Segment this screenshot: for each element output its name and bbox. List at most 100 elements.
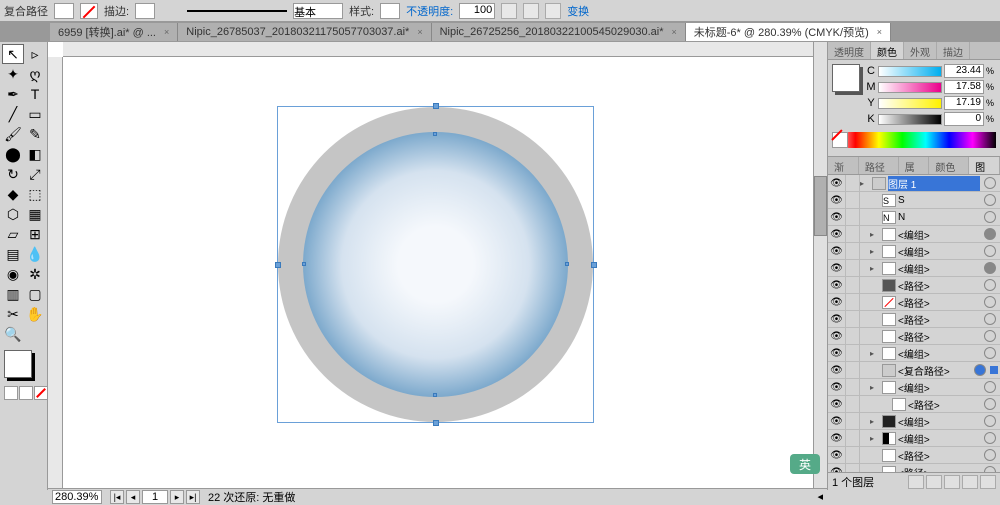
layer-row[interactable]: 👁 <路径> (828, 328, 1000, 345)
lock-toggle[interactable] (846, 192, 860, 208)
handle-left[interactable] (275, 262, 281, 268)
close-tab-icon[interactable]: × (417, 27, 422, 37)
lock-toggle[interactable] (846, 243, 860, 259)
handle-top[interactable] (433, 103, 439, 109)
gradient-tool[interactable]: ▤ (2, 244, 24, 264)
visibility-toggle[interactable]: 👁 (828, 379, 846, 395)
layer-name[interactable]: N (898, 212, 980, 223)
panel-tab[interactable]: 属性 (899, 157, 930, 174)
layer-row[interactable]: 👁 ▸ <编组> (828, 430, 1000, 447)
panel-tab[interactable]: 外观 (904, 42, 937, 59)
layer-name[interactable]: <编组> (898, 431, 980, 446)
graphic-style-dropdown[interactable] (380, 3, 400, 19)
locate-object-icon[interactable] (908, 475, 924, 489)
target-icon[interactable] (974, 364, 986, 376)
panel-tab[interactable]: 颜色 (871, 42, 904, 59)
target-icon[interactable] (984, 398, 996, 410)
layer-row[interactable]: 👁 <路径> (828, 396, 1000, 413)
channel-value-input[interactable]: 23.44 (944, 64, 984, 78)
channel-value-input[interactable]: 0 (944, 112, 984, 126)
symbol-sprayer-tool[interactable]: ✲ (24, 264, 46, 284)
layer-row[interactable]: 👁 ▸ <编组> (828, 226, 1000, 243)
channel-slider[interactable] (878, 98, 942, 109)
layer-name[interactable]: <编组> (898, 380, 980, 395)
new-sublayer-icon[interactable] (944, 475, 960, 489)
target-icon[interactable] (984, 296, 996, 308)
recolor-icon[interactable] (501, 3, 517, 19)
layer-name[interactable]: <路径> (898, 329, 980, 344)
width-tool[interactable]: ◆ (2, 184, 24, 204)
lock-toggle[interactable] (846, 379, 860, 395)
layer-row[interactable]: 👁 <复合路径> (828, 362, 1000, 379)
stroke-style-dropdown[interactable]: 基本 (293, 3, 343, 19)
ruler-horizontal[interactable] (63, 42, 827, 57)
direct-selection-tool[interactable]: ▹ (24, 44, 46, 64)
stroke-weight-dropdown[interactable] (135, 3, 155, 19)
lock-toggle[interactable] (846, 464, 860, 472)
transform-icon[interactable] (545, 3, 561, 19)
target-icon[interactable] (984, 449, 996, 461)
layer-row[interactable]: 👁 <路径> (828, 447, 1000, 464)
gradient-mode-icon[interactable] (19, 386, 33, 400)
no-fill-icon[interactable] (80, 3, 98, 19)
lock-toggle[interactable] (846, 277, 860, 293)
close-tab-icon[interactable]: × (877, 27, 882, 37)
target-icon[interactable] (984, 245, 996, 257)
target-icon[interactable] (984, 228, 996, 240)
lock-toggle[interactable] (846, 413, 860, 429)
visibility-toggle[interactable]: 👁 (828, 328, 846, 344)
layer-row[interactable]: 👁 <路径> (828, 294, 1000, 311)
fill-swatch[interactable] (4, 350, 32, 378)
fill-dropdown[interactable] (54, 3, 74, 19)
target-icon[interactable] (984, 415, 996, 427)
layer-name[interactable]: 图层 1 (888, 176, 980, 191)
target-icon[interactable] (984, 211, 996, 223)
visibility-toggle[interactable]: 👁 (828, 447, 846, 463)
visibility-toggle[interactable]: 👁 (828, 243, 846, 259)
target-icon[interactable] (984, 177, 996, 189)
eraser-tool[interactable]: ◧ (24, 144, 46, 164)
lock-toggle[interactable] (846, 175, 860, 191)
visibility-toggle[interactable]: 👁 (828, 277, 846, 293)
opacity-input[interactable]: 100 (459, 3, 495, 19)
lock-toggle[interactable] (846, 311, 860, 327)
align-icon[interactable] (523, 3, 539, 19)
selection-tool[interactable]: ↖ (2, 44, 24, 64)
layer-row[interactable]: 👁 ▸ 图层 1 (828, 175, 1000, 192)
target-icon[interactable] (984, 347, 996, 359)
hand-tool[interactable]: ✋ (24, 304, 46, 324)
next-artboard-button[interactable]: ▸ (170, 490, 184, 504)
mesh-tool[interactable]: ⊞ (24, 224, 46, 244)
layer-list[interactable]: 👁 ▸ 图层 1 👁 S S 👁 N N 👁 ▸ <编组> 👁 ▸ <编组> 👁… (828, 175, 1000, 472)
layer-row[interactable]: 👁 <路径> (828, 277, 1000, 294)
channel-slider[interactable] (878, 66, 942, 77)
handle-left-inner[interactable] (302, 262, 306, 266)
lock-toggle[interactable] (846, 396, 860, 412)
handle-bottom[interactable] (433, 420, 439, 426)
lock-toggle[interactable] (846, 447, 860, 463)
channel-slider[interactable] (878, 114, 942, 125)
panel-tab[interactable]: 渐变 (828, 157, 859, 174)
channel-value-input[interactable]: 17.19 (944, 96, 984, 110)
document-tab[interactable]: Nipic_26785037_20180321175057703037.ai*× (178, 23, 431, 41)
visibility-toggle[interactable]: 👁 (828, 345, 846, 361)
artboard-number-input[interactable]: 1 (142, 490, 168, 504)
layer-name[interactable]: <编组> (898, 244, 980, 259)
close-tab-icon[interactable]: × (164, 27, 169, 37)
channel-value-input[interactable]: 17.58 (944, 80, 984, 94)
target-icon[interactable] (984, 432, 996, 444)
free-transform-tool[interactable]: ⬚ (24, 184, 46, 204)
layer-row[interactable]: 👁 <路径> (828, 464, 1000, 472)
perspective-tool[interactable]: ▱ (2, 224, 24, 244)
vertical-scrollbar[interactable] (813, 42, 827, 488)
lock-toggle[interactable] (846, 260, 860, 276)
visibility-toggle[interactable]: 👁 (828, 175, 846, 191)
visibility-toggle[interactable]: 👁 (828, 362, 846, 378)
live-paint-tool[interactable]: ▦ (24, 204, 46, 224)
rectangle-tool[interactable]: ▭ (24, 104, 46, 124)
lock-toggle[interactable] (846, 430, 860, 446)
layer-name[interactable]: <编组> (898, 346, 980, 361)
handle-bottom-inner[interactable] (433, 393, 437, 397)
visibility-toggle[interactable]: 👁 (828, 464, 846, 472)
lock-toggle[interactable] (846, 226, 860, 242)
